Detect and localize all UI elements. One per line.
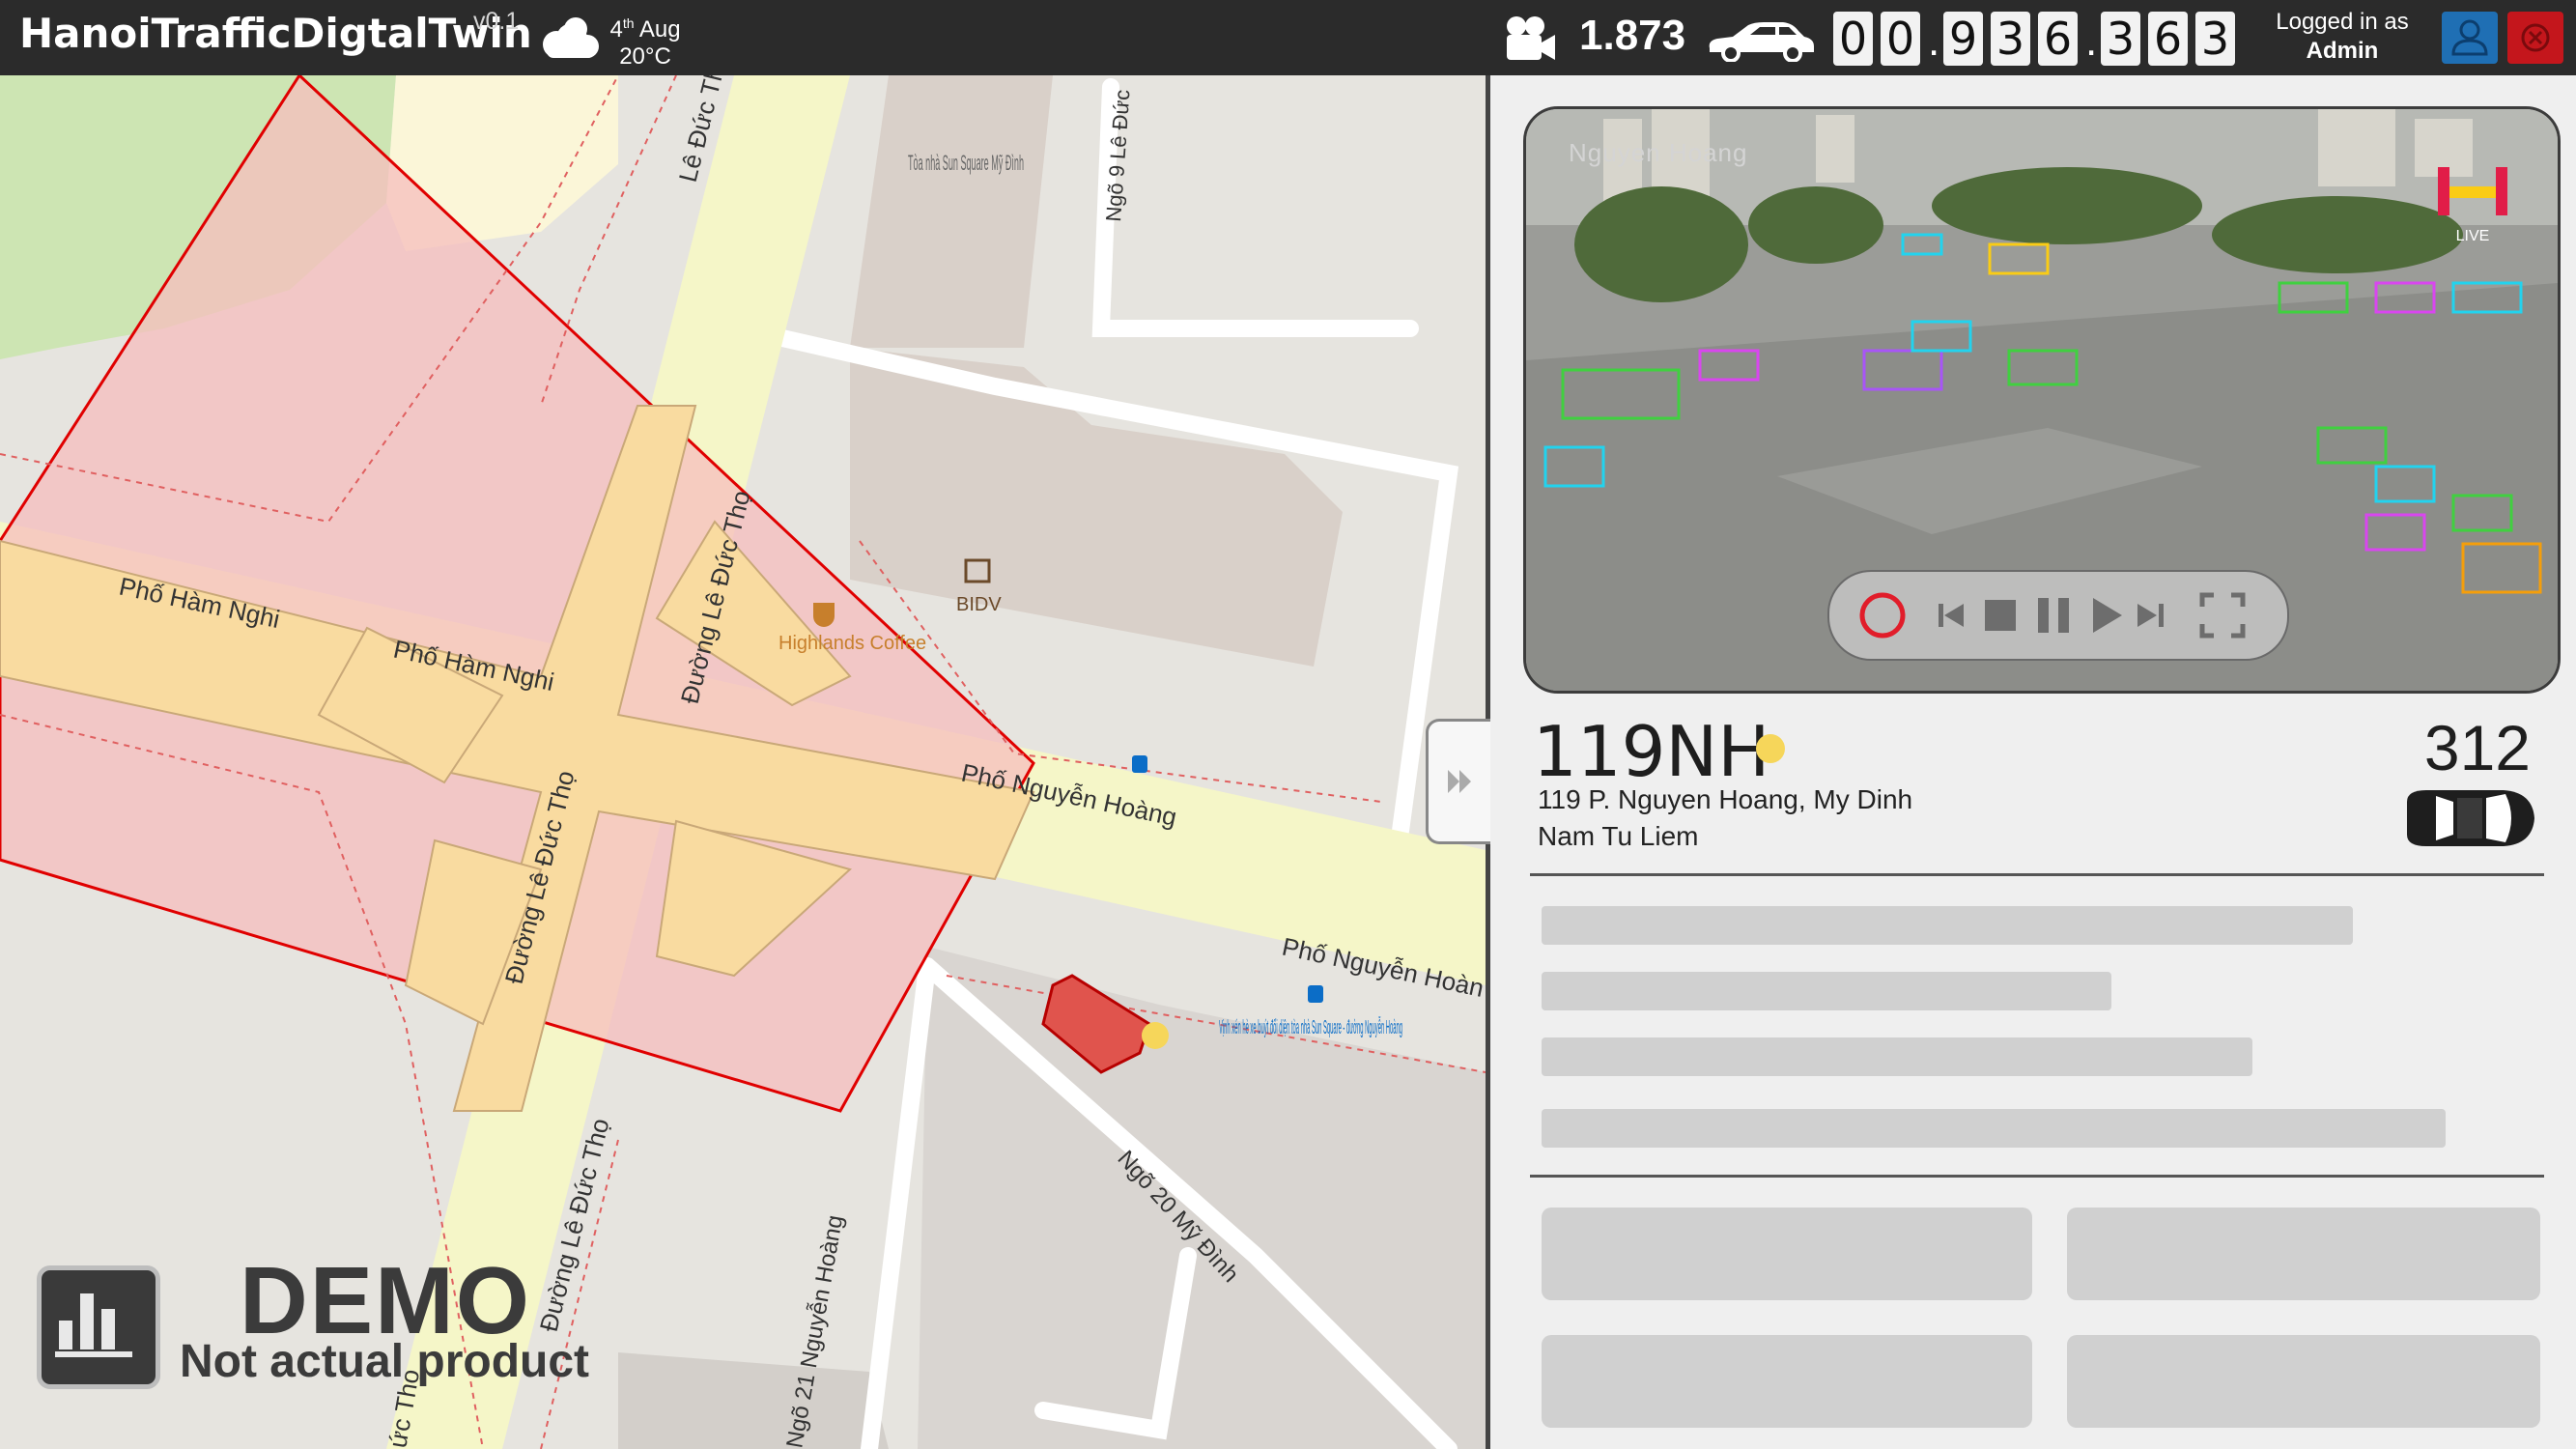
odometer-digit: 3 [2195, 12, 2235, 66]
previous-icon [1939, 604, 1964, 627]
placeholder-bar [1542, 972, 2111, 1010]
video-controls [1827, 570, 2289, 661]
placeholder-bar [1542, 1109, 2446, 1148]
top-bar: HanoiTrafficDigtalTwin v0.1 4th Aug 20°C… [0, 0, 2576, 75]
address-line-2: Nam Tu Liem [1538, 821, 1699, 851]
odometer-separator: . [1928, 17, 1940, 65]
placeholder-tile [2067, 1208, 2540, 1300]
camera-id: 119NH [1533, 711, 1770, 792]
cafe-icon [813, 603, 835, 627]
next-button[interactable] [2125, 589, 2177, 641]
camera-icon [1507, 16, 1555, 60]
user-icon [2451, 19, 2488, 56]
app-version: v0.1 [473, 8, 520, 35]
double-chevron-right-icon [1448, 770, 1471, 793]
pause-icon [2038, 598, 2069, 633]
vehicle-count: 312 [2423, 712, 2531, 783]
placeholder-bar [1542, 1037, 2252, 1076]
login-status: Logged in as Admin [2276, 9, 2409, 64]
placeholder-tile [2067, 1335, 2540, 1428]
app-title: HanoiTrafficDigtalTwin [19, 10, 532, 57]
odometer-digit: 9 [1943, 12, 1983, 66]
address-line-1: 119 P. Nguyen Hoang, My Dinh [1538, 784, 1913, 814]
bus-stop-icon [1308, 985, 1323, 1003]
live-badge-icon: LIVE [2438, 167, 2507, 244]
logout-icon [2521, 23, 2550, 52]
poi-label-bank: BIDV [956, 594, 1002, 615]
demo-subtitle: Not actual product [180, 1336, 590, 1387]
camera-count: 1.873 [1579, 12, 1686, 59]
stop-button[interactable] [1974, 589, 2026, 641]
bar-chart-icon [55, 1293, 132, 1357]
weather-date: 4th Aug 20°C [605, 10, 686, 71]
live-badge: LIVE [2456, 228, 2490, 244]
poi-label-building: Tòa nhà Sun Square Mỹ Đình [908, 151, 1024, 175]
logout-button[interactable] [2507, 12, 2563, 64]
map-view[interactable]: Lê Đức Th Ngõ 9 Lê Đức Phố Hàm Nghi Phố … [0, 75, 1486, 1449]
previous-button[interactable] [1926, 589, 1978, 641]
odometer-digit: 0 [1881, 12, 1920, 66]
play-icon [2093, 598, 2122, 633]
placeholder-tile [1542, 1208, 2032, 1300]
poi-label-bus-stop: Vịnh xén hè xe buýt đối diện tòa nhà Sun… [1219, 1016, 1402, 1038]
record-button[interactable] [1856, 589, 1909, 641]
next-icon [2137, 604, 2164, 627]
car-top-view-icon [2407, 790, 2534, 846]
odometer-digit: 6 [2038, 12, 2078, 66]
user-button[interactable] [2442, 12, 2498, 64]
odometer-digit: 0 [1833, 12, 1873, 66]
camera-status-dot [1756, 734, 1785, 763]
odometer-digit: 6 [2148, 12, 2188, 66]
bus-stop-icon [1132, 755, 1147, 773]
fullscreen-icon [2199, 592, 2246, 639]
analytics-button[interactable] [37, 1265, 160, 1389]
vehicle-odometer: 0 0 . 9 3 6 . 3 6 3 [1833, 8, 2243, 66]
video-overlay-text: Nguyen Hoang [1569, 138, 1748, 167]
fullscreen-button[interactable] [2196, 589, 2249, 641]
placeholder-tile [1542, 1335, 2032, 1428]
record-icon [1859, 592, 1906, 639]
odometer-digit: 3 [2101, 12, 2140, 66]
placeholder-bar [1542, 906, 2353, 945]
collapse-panel-button[interactable] [1426, 719, 1490, 844]
odometer-digit: 3 [1991, 12, 2030, 66]
divider [1530, 873, 2544, 876]
poi-label-cafe: Highlands Coffee [778, 633, 926, 654]
map-canvas[interactable]: Lê Đức Th Ngõ 9 Lê Đức Phố Hàm Nghi Phố … [0, 75, 1486, 1449]
user-name: Admin [2306, 38, 2379, 64]
odometer-separator: . [2085, 17, 2098, 65]
divider [1530, 1175, 2544, 1178]
stop-icon [1985, 600, 2016, 631]
camera-position-dot[interactable] [1142, 1022, 1169, 1049]
pause-button[interactable] [2027, 589, 2080, 641]
cloud-sun-icon [543, 17, 599, 58]
car-icon [1709, 22, 1814, 62]
temperature: 20°C [619, 43, 671, 70]
